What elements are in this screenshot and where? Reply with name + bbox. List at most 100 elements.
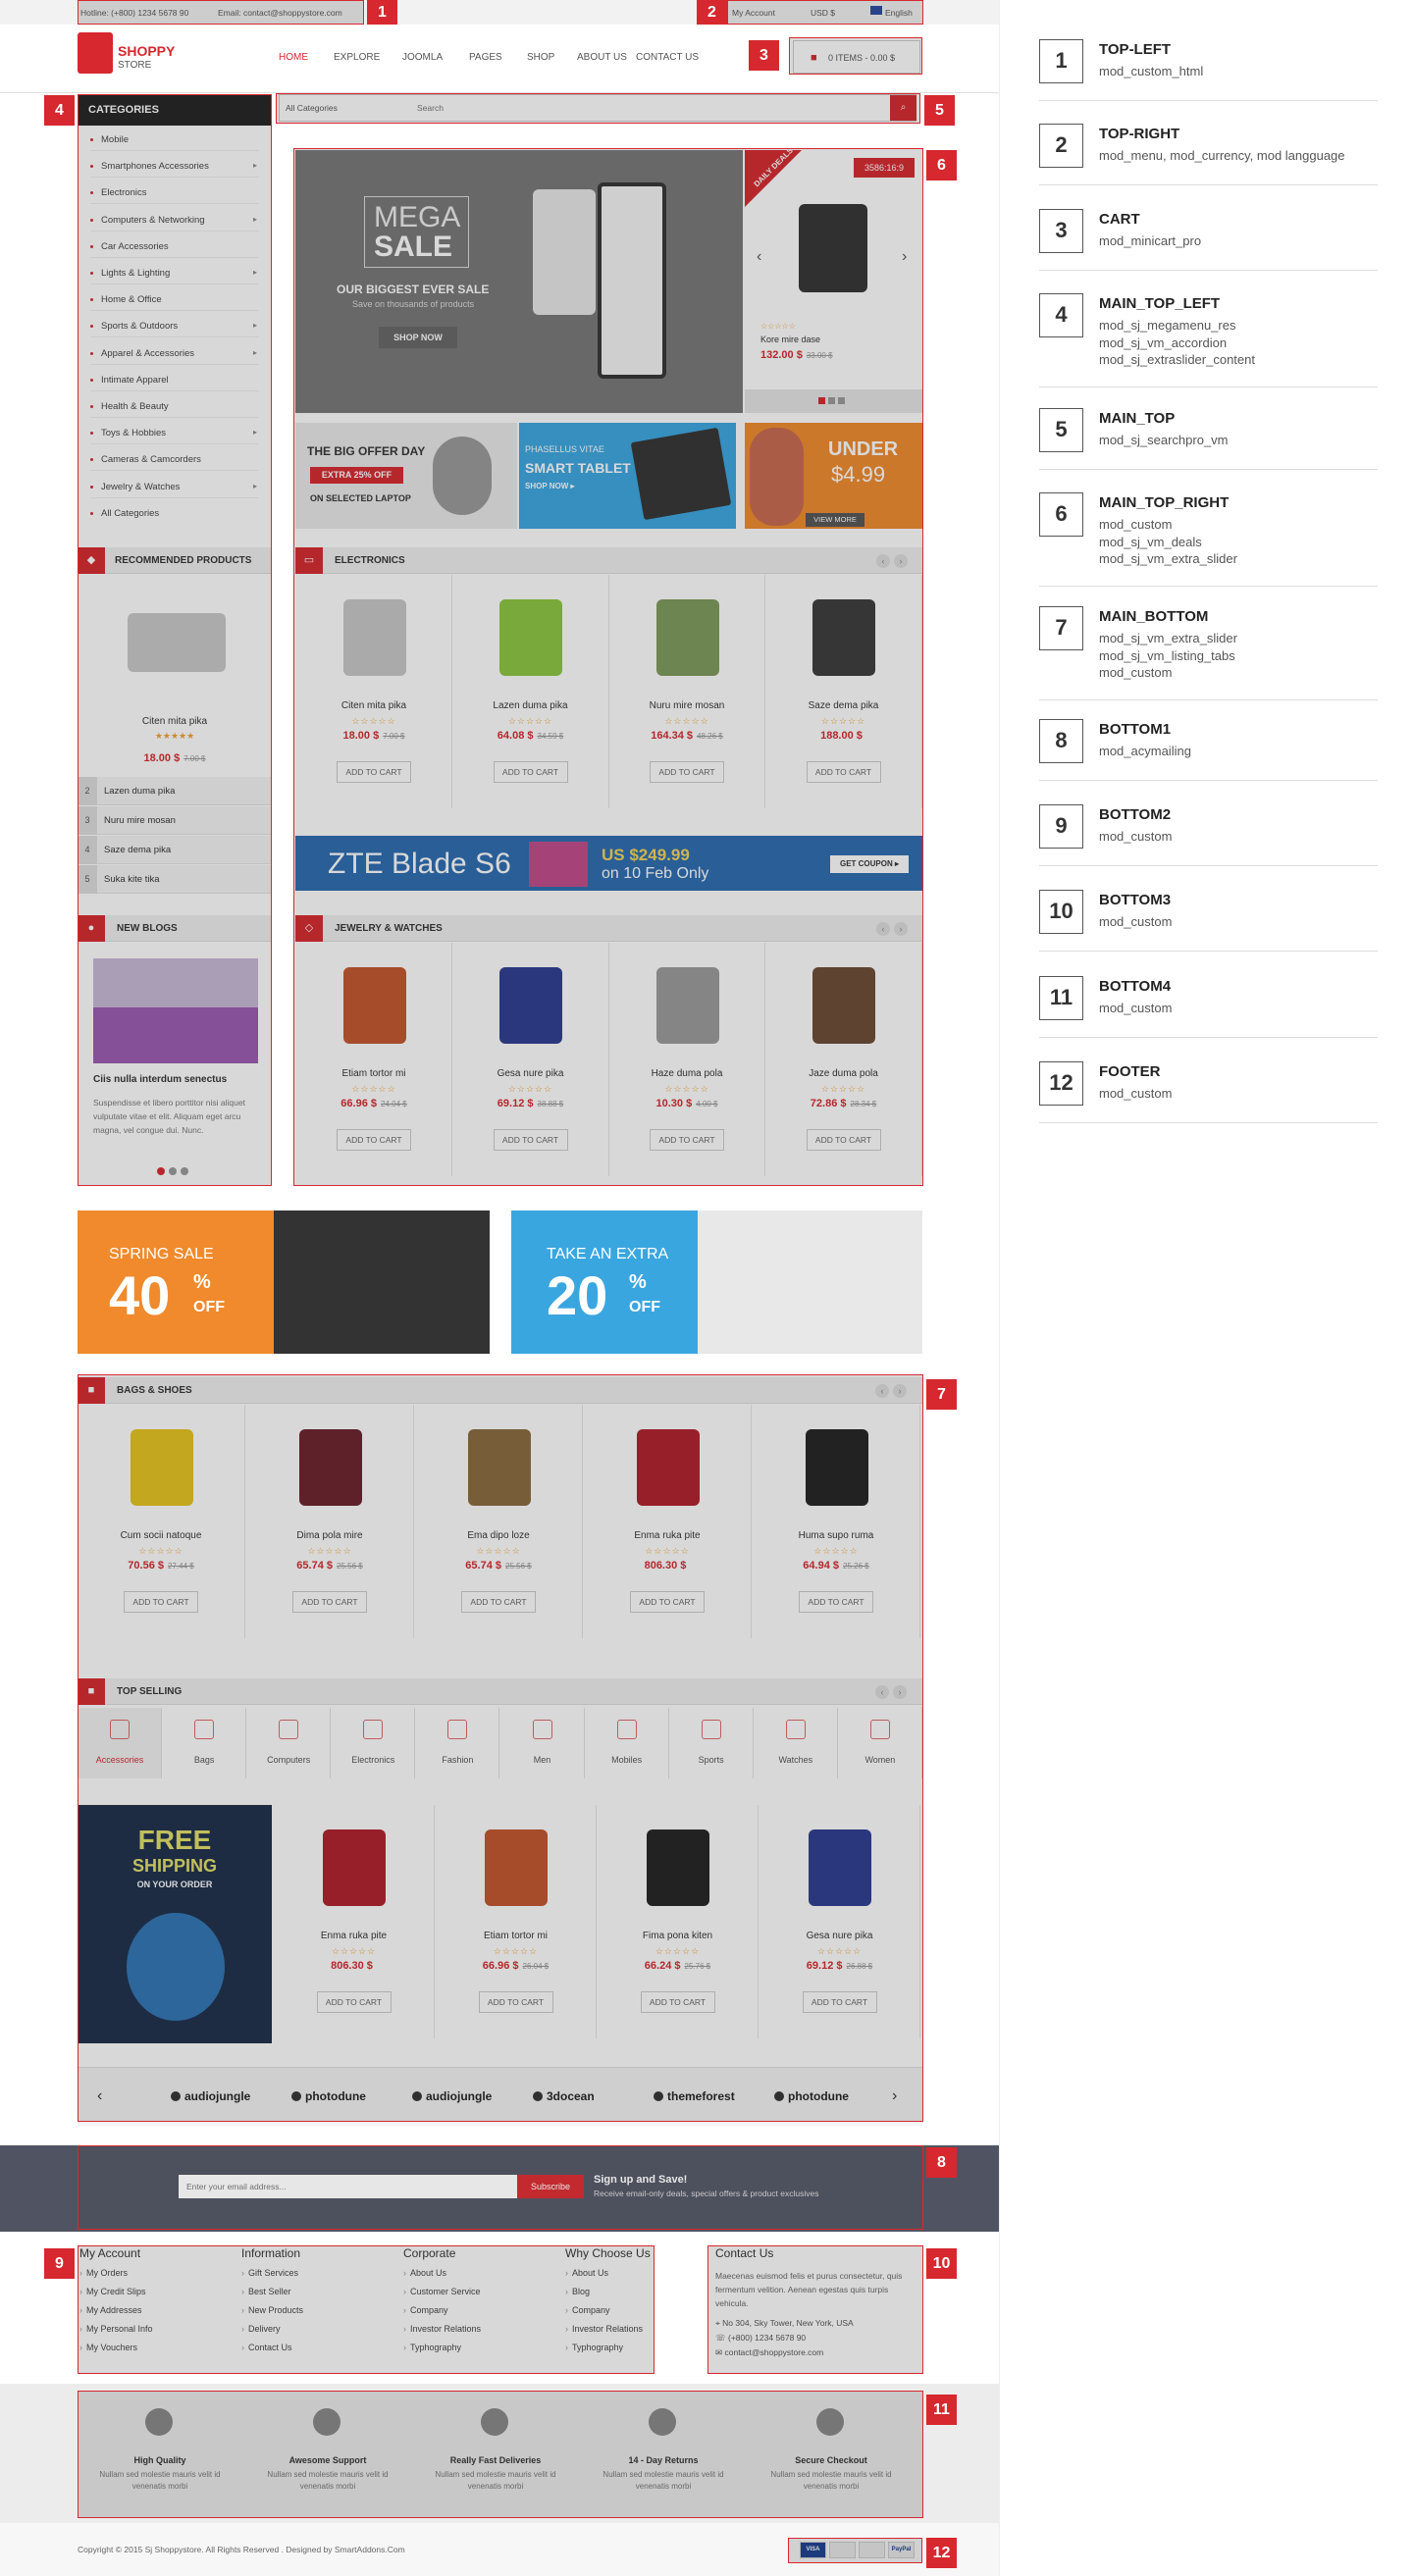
nav-explore[interactable]: EXPLORE [334, 52, 380, 63]
region-number-9: 9 [44, 2248, 75, 2279]
legend-item: 2 TOP-RIGHT mod_menu, mod_currency, mod la… [1039, 124, 1378, 202]
legend-divider [1039, 184, 1378, 185]
legend-title: MAIN_TOP_RIGHT [1099, 494, 1230, 511]
region-number-10: 10 [926, 2248, 957, 2279]
take-percent-sign: % [629, 1271, 647, 1293]
legend-desc: mod_minicart_pro [1099, 233, 1202, 248]
logo-text[interactable]: SHOPPY [118, 43, 175, 59]
region-number-12: 12 [926, 2538, 957, 2568]
legend-item: 9 BOTTOM2 mod_custom [1039, 804, 1378, 883]
region-4-overlay [78, 94, 272, 1186]
region-number-8: 8 [926, 2147, 957, 2178]
legend-desc: mod_sj_searchpro_vm [1099, 433, 1229, 447]
legend-number: 1 [1039, 39, 1083, 83]
legend-desc: mod_custom [1099, 914, 1173, 929]
region-number-3: 3 [749, 40, 779, 71]
legend-divider [1039, 1037, 1378, 1038]
legend-item: 6 MAIN_TOP_RIGHT mod_custom mod_sj_vm_deal… [1039, 492, 1378, 587]
legend-divider [1039, 698, 1378, 700]
legend-item: 4 MAIN_TOP_LEFT mod_sj_megamenu_res mod_sj… [1039, 293, 1378, 387]
legend-divider [1039, 865, 1378, 866]
spring-text: SPRING SALE [109, 1246, 214, 1262]
legend-divider [1039, 1122, 1378, 1123]
nav-shop[interactable]: SHOP [527, 52, 554, 63]
nav-joomla[interactable]: JOOMLA [402, 52, 443, 63]
legend-desc: mod_custom_html [1099, 64, 1204, 78]
headphones-image [698, 1211, 922, 1354]
region-12-overlay [788, 2538, 922, 2563]
legend-item: 12 FOOTER mod_custom [1039, 1061, 1378, 1140]
legend-desc: mod_sj_vm_extra_slider mod_sj_vm_listing… [1099, 631, 1237, 680]
legend-title: BOTTOM1 [1099, 721, 1172, 738]
legend-number: 10 [1039, 890, 1083, 934]
nav-about[interactable]: ABOUT US [577, 52, 627, 63]
legend-desc: mod_custom [1099, 1001, 1173, 1015]
region-1-overlay [78, 0, 364, 25]
legend-desc: mod_sj_megamenu_res mod_sj_vm_accordion … [1099, 318, 1255, 367]
legend-title: BOTTOM3 [1099, 892, 1172, 908]
region-2-overlay [727, 0, 923, 25]
extra-off-banner[interactable]: TAKE AN EXTRA 20 % OFF [511, 1211, 922, 1354]
legend-desc: mod_custom mod_sj_vm_deals mod_sj_vm_ext… [1099, 517, 1237, 566]
nav-pages[interactable]: PAGES [469, 52, 502, 63]
wallet-image [274, 1211, 490, 1354]
legend-title: FOOTER [1099, 1063, 1161, 1080]
legend-divider [1039, 270, 1378, 271]
legend-title: TOP-LEFT [1099, 41, 1172, 58]
legend-title: BOTTOM2 [1099, 806, 1172, 823]
legend-divider [1039, 780, 1378, 781]
spring-percent-sign: % [193, 1271, 211, 1293]
nav-home[interactable]: HOME [279, 52, 308, 63]
legend-desc: mod_custom [1099, 829, 1173, 844]
legend-desc: mod_acymailing [1099, 744, 1191, 758]
logo-subtext: STORE [118, 60, 152, 71]
take-off: OFF [629, 1299, 660, 1315]
take-text: TAKE AN EXTRA [547, 1246, 669, 1262]
region-number-1: 1 [367, 0, 397, 27]
shopping-bag-logo-icon [78, 32, 113, 74]
region-3-overlay [789, 37, 922, 75]
legend-divider [1039, 100, 1378, 101]
legend-item: 1 TOP-LEFT mod_custom_html [1039, 39, 1378, 118]
legend-title: BOTTOM4 [1099, 978, 1172, 995]
region-5-overlay [276, 93, 920, 124]
legend-divider [1039, 585, 1378, 587]
region-11-overlay [78, 2391, 923, 2518]
nav-contact[interactable]: CONTACT US [636, 52, 699, 63]
region-number-7: 7 [926, 1379, 957, 1410]
spring-sale-banner[interactable]: SPRING SALE 40 % OFF [78, 1211, 490, 1354]
legend-item: 10 BOTTOM3 mod_custom [1039, 890, 1378, 968]
legend-number: 8 [1039, 719, 1083, 763]
legend-number: 2 [1039, 124, 1083, 168]
copyright-text: Copyright © 2015 Sj Shoppystore. All Rig… [78, 2545, 405, 2554]
spring-percent: 40 [109, 1264, 171, 1326]
region-10-overlay [707, 2245, 923, 2374]
take-percent: 20 [547, 1264, 608, 1326]
legend-divider [1039, 469, 1378, 470]
legend-panel: 1 TOP-LEFT mod_custom_html 2 TOP-RIGHT mod_me… [999, 0, 1414, 2576]
legend-number: 4 [1039, 293, 1083, 337]
region-number-5: 5 [924, 95, 955, 126]
region-6-overlay [293, 148, 923, 1186]
legend-divider [1039, 386, 1378, 387]
legend-item: 7 MAIN_BOTTOM mod_sj_vm_extra_slider mod_s… [1039, 606, 1378, 700]
legend-item: 3 CART mod_minicart_pro [1039, 209, 1378, 287]
spring-off: OFF [193, 1299, 225, 1315]
region-number-4: 4 [44, 95, 75, 126]
legend-divider [1039, 951, 1378, 952]
legend-desc: mod_menu, mod_currency, mod langguage [1099, 148, 1345, 163]
legend-desc: mod_custom [1099, 1086, 1173, 1101]
region-7-overlay [78, 1374, 923, 2122]
legend-number: 11 [1039, 976, 1083, 1020]
region-number-2: 2 [697, 0, 727, 27]
region-number-11: 11 [926, 2395, 957, 2425]
legend-number: 5 [1039, 408, 1083, 452]
legend-title: MAIN_BOTTOM [1099, 608, 1209, 625]
legend-title: MAIN_TOP_LEFT [1099, 295, 1221, 312]
legend-number: 3 [1039, 209, 1083, 253]
region-8-overlay [78, 2145, 923, 2230]
region-9-overlay [78, 2245, 655, 2374]
legend-number: 6 [1039, 492, 1083, 537]
legend-item: 5 MAIN_TOP mod_sj_searchpro_vm [1039, 408, 1378, 487]
legend-item: 11 BOTTOM4 mod_custom [1039, 976, 1378, 1055]
